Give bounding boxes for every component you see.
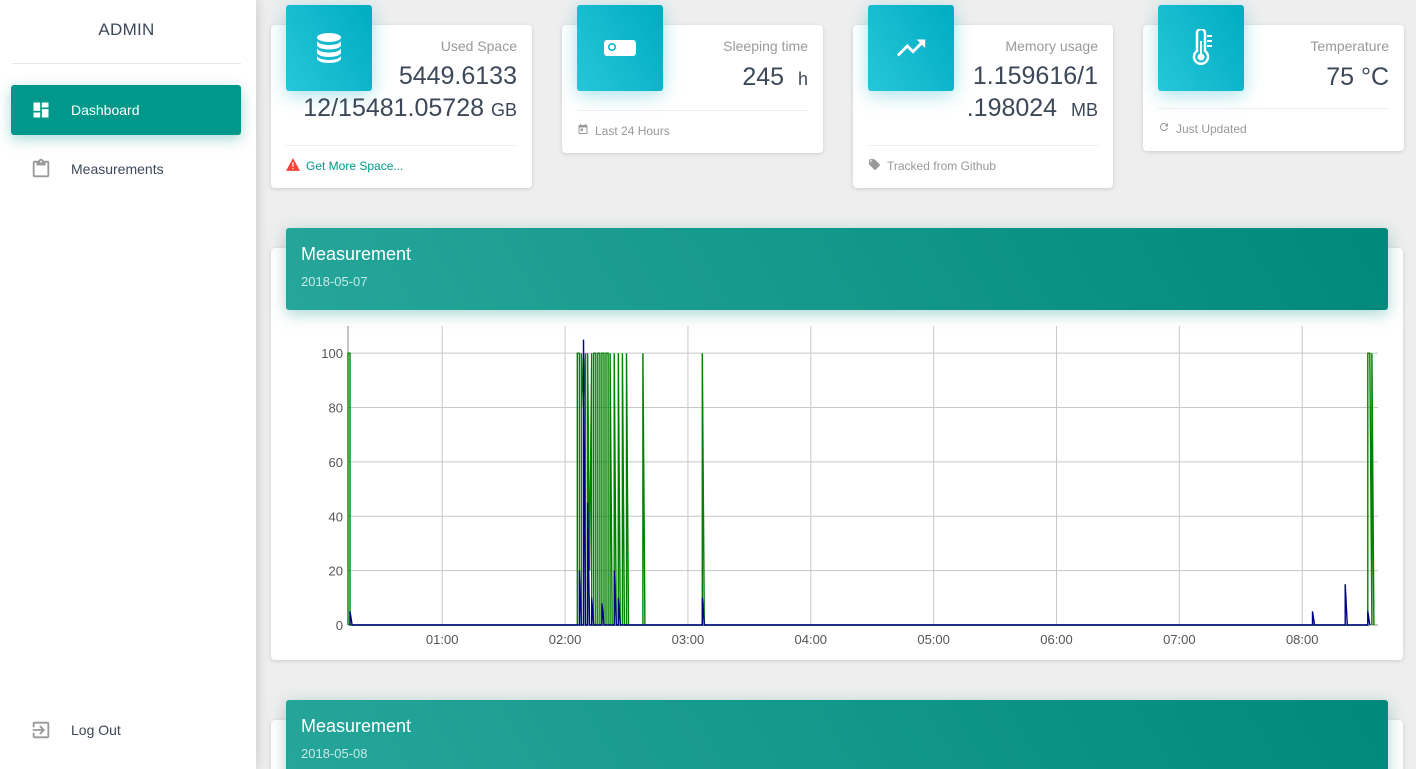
x-tick-label: 06:00 <box>1040 632 1073 647</box>
stat-card-used-space: Used Space 5449.6133 12/15481.05728 GB G… <box>271 5 532 188</box>
tag-icon <box>868 158 881 174</box>
series-line-blue <box>349 339 1371 626</box>
measurement-chart: 0 20 40 60 80 100 01:00 02:00 03:00 04:00 05:00 06:… <box>321 326 1378 647</box>
stat-value: 75 °C <box>1326 63 1389 91</box>
stat-value-line1: 1.159616/1 <box>972 62 1098 90</box>
panel-date: 2018-05-08 <box>301 746 368 761</box>
x-tick-label: 08:00 <box>1286 632 1319 647</box>
sidebar-item-measurements[interactable]: Measurements <box>11 144 241 194</box>
panel-header: Measurement 2018-05-08 <box>286 700 1388 769</box>
sidebar-item-label: Measurements <box>71 161 164 177</box>
dashboard-icon <box>11 100 71 120</box>
calendar-icon <box>577 123 589 138</box>
logout-icon <box>11 719 71 741</box>
stat-category: Sleeping time <box>723 38 808 54</box>
stat-value-line1: 5449.6133 <box>398 62 517 90</box>
series-line-green <box>347 352 1375 626</box>
x-tick-label: 04:00 <box>795 632 828 647</box>
stat-category: Used Space <box>440 38 517 54</box>
stat-unit: MB <box>1071 100 1098 120</box>
x-tick-label: 03:00 <box>672 632 705 647</box>
panel-title: Measurement <box>301 716 412 736</box>
stat-value: 245 h <box>742 61 808 95</box>
y-tick-label: 80 <box>329 401 343 416</box>
get-more-space-link[interactable]: Get More Space... <box>306 159 403 173</box>
stat-footer-text: Just Updated <box>1176 121 1247 136</box>
y-tick-label: 0 <box>336 618 343 633</box>
refresh-icon <box>1158 121 1170 136</box>
y-tick-label: 100 <box>321 346 343 361</box>
stat-value-line2: 12/15481.05728 <box>303 94 485 122</box>
x-tick-label: 01:00 <box>426 632 459 647</box>
stat-footer: Tracked from Github <box>868 145 1098 174</box>
stat-category: Temperature <box>1310 38 1389 54</box>
stat-category: Memory usage <box>1005 38 1098 54</box>
y-tick-label: 60 <box>329 455 343 470</box>
clipboard-icon <box>11 157 71 181</box>
stat-footer: Get More Space... <box>286 145 517 174</box>
stat-footer: Just Updated <box>1158 108 1389 136</box>
stat-card-memory-usage: Memory usage 1.159616/1 .198024 MB Track… <box>853 5 1113 188</box>
warning-icon <box>286 158 300 174</box>
stat-value-line2: .198024 <box>966 94 1058 122</box>
stat-card-sleeping-time: Sleeping time 245 h Last 24 Hours <box>562 5 823 153</box>
stat-unit: h <box>797 69 808 89</box>
measurement-panel: Measurement 2018-05-07 0 20 40 60 80 100 01:00… <box>271 228 1403 660</box>
sidebar-item-label: Dashboard <box>71 102 140 118</box>
sidebar: ADMIN Dashboard Measurements Log Out <box>0 0 256 769</box>
stat-unit: GB <box>490 100 517 120</box>
stat-value: 1.159616/1 .198024 MB <box>967 60 1098 126</box>
brand-title: ADMIN <box>12 0 241 64</box>
x-tick-label: 02:00 <box>549 632 582 647</box>
bed-icon <box>577 5 663 91</box>
y-tick-label: 40 <box>329 509 343 524</box>
sidebar-item-dashboard[interactable]: Dashboard <box>11 85 241 135</box>
logout-label: Log Out <box>71 722 121 738</box>
stat-card-temperature: Temperature 75 °C Just Updated <box>1143 5 1404 151</box>
stat-footer-text: Last 24 Hours <box>595 123 670 138</box>
y-tick-label: 20 <box>329 564 343 579</box>
x-tick-label: 07:00 <box>1163 632 1196 647</box>
trending-icon <box>868 5 954 91</box>
stat-value-number: 245 <box>742 63 785 91</box>
x-tick-label: 05:00 <box>917 632 950 647</box>
stat-footer-text: Tracked from Github <box>887 159 996 173</box>
thermometer-icon <box>1158 5 1244 91</box>
measurement-panel: Measurement 2018-05-08 <box>271 700 1403 769</box>
stat-value: 5449.6133 12/15481.05728 GB <box>303 60 517 126</box>
stat-footer: Last 24 Hours <box>577 110 808 138</box>
logout-button[interactable]: Log Out <box>11 705 241 755</box>
